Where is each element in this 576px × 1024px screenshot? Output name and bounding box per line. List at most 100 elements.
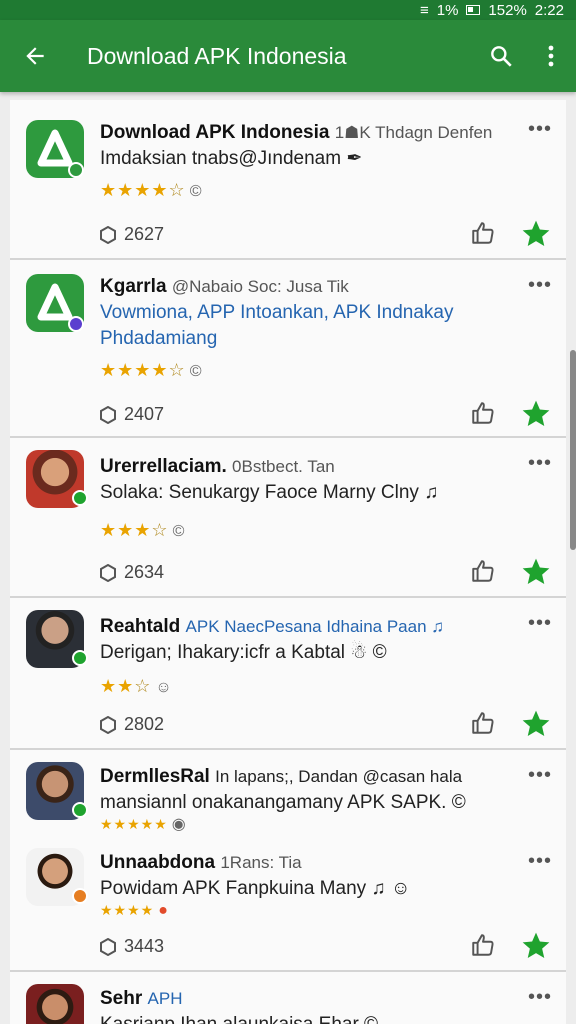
item-description: Vowmiona, APP Intoankan, APK Indnakay Ph… xyxy=(100,302,454,349)
app-logo xyxy=(26,274,84,332)
more-vert-icon xyxy=(548,45,554,67)
item-subtitle: 1☗K Thdagn Denfen xyxy=(334,123,493,142)
verified-badge xyxy=(72,650,88,666)
overflow-menu-button[interactable] xyxy=(526,20,576,92)
stars-empty: ☆ xyxy=(151,520,169,540)
hexagon-icon xyxy=(100,405,116,424)
item-name: DermllesRal xyxy=(100,766,210,787)
star-icon[interactable] xyxy=(520,930,552,962)
stars-empty: ☆ xyxy=(168,360,186,380)
star-icon[interactable] xyxy=(520,398,552,430)
download-count: 2634 xyxy=(100,562,164,583)
star-icon[interactable] xyxy=(520,218,552,250)
rating-stars: ★★★★ ● xyxy=(100,902,169,920)
item-description: Derigan; Ihakary:icfr a Kabtal ☃ © xyxy=(100,642,387,663)
search-button[interactable] xyxy=(476,20,526,92)
rating-extra: ◉ xyxy=(171,816,187,833)
verified-badge xyxy=(68,162,84,178)
rating-extra: ☺ xyxy=(155,679,173,696)
thumbs-up-icon[interactable] xyxy=(470,558,496,584)
list-item[interactable]: DermllesRal In lapans;, Dandan @casan ha… xyxy=(10,750,566,972)
stars-filled: ★★★★★ xyxy=(100,816,168,832)
verified-badge xyxy=(68,316,84,332)
item-name: Unnaabdona xyxy=(100,852,216,873)
app-bar: Download APK Indonesia xyxy=(0,20,576,92)
battery-text: 152% xyxy=(488,1,527,19)
stars-filled: ★★★★ xyxy=(100,180,169,200)
back-button[interactable] xyxy=(0,20,70,92)
rating-extra: © xyxy=(189,183,203,200)
download-count: 2407 xyxy=(100,404,164,425)
thumbs-up-icon[interactable] xyxy=(470,400,496,426)
app-logo xyxy=(26,120,84,178)
item-name: Sehr xyxy=(100,988,143,1009)
download-count: 3443 xyxy=(100,936,164,957)
item-subtitle: APK NaecPesana Idhaina Paan ♫ xyxy=(185,617,445,636)
list-item[interactable]: Kgarrla @Nabaio Soc: Jusa Tik ••• Vowmio… xyxy=(10,260,566,438)
stars-empty: ☆ xyxy=(134,676,152,696)
rating-extra: © xyxy=(172,523,186,540)
stars-filled: ★★ xyxy=(100,676,135,696)
hexagon-icon xyxy=(100,225,116,244)
thumbs-up-icon[interactable] xyxy=(470,932,496,958)
page-title: Download APK Indonesia xyxy=(87,42,347,69)
item-subtitle: 1Rans: Tia xyxy=(220,853,302,872)
item-title: Urerrellaciam. 0Bstbect. Tan xyxy=(100,456,510,478)
item-title: Reahtald APK NaecPesana Idhaina Paan ♫ xyxy=(100,616,510,638)
rating-stars: ★★★★☆ © xyxy=(100,360,202,381)
rating-stars: ★★★☆ © xyxy=(100,520,185,541)
item-name: Kgarrla xyxy=(100,276,167,297)
hexagon-icon xyxy=(100,715,116,734)
wifi-icon: ≡ xyxy=(419,1,429,19)
rating-stars: ★★★★☆ © xyxy=(100,180,202,201)
rating-stars: ★★☆ ☺ xyxy=(100,676,173,697)
item-name: Urerrellaciam. xyxy=(100,456,227,477)
verified-badge xyxy=(72,888,88,904)
hexagon-icon xyxy=(100,563,116,582)
count-value: 2407 xyxy=(124,404,165,424)
item-name: Download APK Indonesia xyxy=(100,122,330,143)
arrow-left-icon xyxy=(26,47,44,65)
avatar xyxy=(26,984,84,1024)
rating-extra: ● xyxy=(158,902,169,919)
more-horiz-icon[interactable]: ••• xyxy=(528,986,552,1009)
rating-stars: ★★★★★ ◉ xyxy=(100,814,187,834)
scrollbar[interactable] xyxy=(570,350,576,550)
more-horiz-icon[interactable]: ••• xyxy=(528,274,552,297)
item-description: Imdaksian tnabs@Jındenam ✒ xyxy=(100,148,363,169)
item-subtitle: 0Bstbect. Tan xyxy=(232,457,335,476)
item-subtitle: In lapans;, Dandan @casan hala xyxy=(215,767,463,786)
item-description: Solaka: Senukargy Faoce Marny Clny ♫ xyxy=(100,482,439,503)
list-item[interactable]: Urerrellaciam. 0Bstbect. Tan ••• Solaka:… xyxy=(10,438,566,598)
more-horiz-icon[interactable]: ••• xyxy=(528,452,552,475)
app-list: Download APK Indonesia 1☗K Thdagn Denfen… xyxy=(10,100,566,1024)
stars-filled: ★★★★ xyxy=(100,902,155,918)
item-title: Download APK Indonesia 1☗K Thdagn Denfen xyxy=(100,122,510,144)
list-item[interactable]: Reahtald APK NaecPesana Idhaina Paan ♫ •… xyxy=(10,598,566,750)
more-horiz-icon[interactable]: ••• xyxy=(528,118,552,141)
rating-extra: © xyxy=(189,363,203,380)
more-horiz-icon[interactable]: ••• xyxy=(528,764,552,787)
item-title: DermllesRal In lapans;, Dandan @casan ha… xyxy=(100,766,510,788)
more-horiz-icon[interactable]: ••• xyxy=(528,850,552,873)
verified-badge xyxy=(72,802,88,818)
item-subtitle: @Nabaio Soc: Jusa Tik xyxy=(171,277,349,296)
stars-filled: ★★★★ xyxy=(100,360,169,380)
more-horiz-icon[interactable]: ••• xyxy=(528,612,552,635)
star-icon[interactable] xyxy=(520,556,552,588)
list-item[interactable]: Sehr APH ••• Kasrianp Ihan alaunkaisa Eh… xyxy=(10,972,566,1024)
item-description: Kasrianp Ihan alaunkaisa Ehar © xyxy=(100,1012,546,1024)
thumbs-up-icon[interactable] xyxy=(470,220,496,246)
list-item[interactable]: Download APK Indonesia 1☗K Thdagn Denfen… xyxy=(10,100,566,260)
battery-icon xyxy=(466,5,481,15)
count-value: 2634 xyxy=(124,562,165,582)
download-count: 2802 xyxy=(100,714,164,735)
signal-text: 1% xyxy=(436,1,459,19)
star-icon[interactable] xyxy=(520,708,552,740)
hexagon-icon xyxy=(100,937,116,956)
clock: 2:22 xyxy=(534,1,564,19)
thumbs-up-icon[interactable] xyxy=(470,710,496,736)
search-icon xyxy=(491,46,512,67)
count-value: 2627 xyxy=(124,224,165,244)
item-title: Kgarrla @Nabaio Soc: Jusa Tik xyxy=(100,276,510,298)
